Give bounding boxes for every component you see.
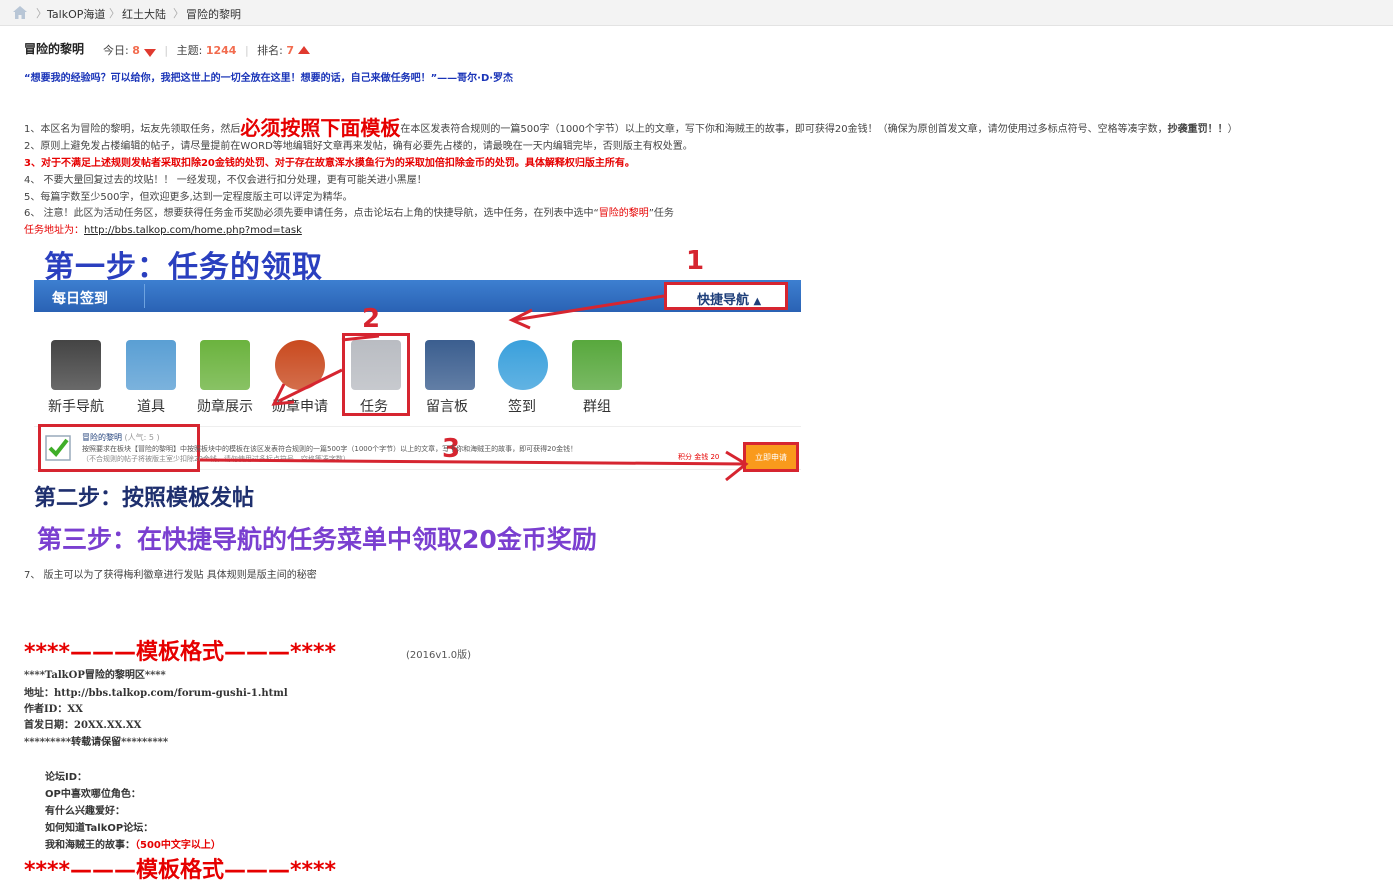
- breadcrumb-separator: 〉: [36, 7, 47, 20]
- today-value: 8: [132, 44, 140, 57]
- template-field: OP中喜欢哪位角色：: [45, 789, 141, 800]
- arrow-down-icon: [143, 49, 156, 57]
- rule-3: 3、对于不满足上述规则发帖者采取扣除20金钱的处罚、对于存在故意浑水摸鱼行为的采…: [24, 158, 635, 169]
- home-icon[interactable]: [13, 6, 27, 19]
- rule-6: 6、 注意！此区为活动任务区，想要获得任务金币奖励必须先要申请任务，点击论坛右上…: [24, 204, 674, 219]
- topics-value: 1244: [205, 44, 237, 57]
- topics-label: 主题:: [176, 44, 203, 57]
- rule-1-text-b: 在本区发表符合规则的一篇500字（1000个字节）以上的文章，写下你和海贼王的故…: [400, 124, 1168, 135]
- template-field: 如何知道TalkOP论坛：: [45, 823, 154, 834]
- forum-stats: 今日: 8 | 主题: 1244 | 排名: 7: [103, 42, 311, 58]
- breadcrumb: 〉 TalkOP海道 〉 红土大陆 〉 冒险的黎明: [0, 0, 1393, 26]
- task-address: 任务地址为：http://bbs.talkop.com/home.php?mod…: [24, 221, 302, 236]
- rule-6-text-a: 6、 注意！此区为活动任务区，想要获得任务金币奖励必须先要申请任务，点击论坛右上…: [24, 208, 599, 219]
- rule-1-text-c: ）: [1227, 124, 1238, 135]
- breadcrumb-separator: 〉: [173, 7, 184, 20]
- rule-6-text-b: ”任务: [648, 208, 674, 219]
- rule-5: 5、每篇字数至少500字，但欢迎更多,达到一定程度版主可以评定为精华。: [24, 192, 353, 203]
- instruction-banner: 第一步：任务的领取 每日签到 快捷导航 ▲ 1 2 3 新手导航 道具 勋章展示…: [34, 236, 801, 512]
- template-line: *********转载请保留*********: [24, 737, 169, 748]
- template-title: ****———模板格式———****: [24, 640, 337, 665]
- rule-2: 2、原则上避免发占楼编辑的帖子，请尽量提前在WORD等地编辑好文章再来发帖，确有…: [24, 141, 693, 152]
- step2-heading: 第二步：按照模板发帖: [34, 486, 255, 511]
- forum-quote: “想要我的经验吗？可以给你，我把这世上的一切全放在这里！想要的话，自己来做任务吧…: [24, 73, 514, 84]
- template-field: 有什么兴趣爱好：: [45, 806, 125, 817]
- template-line: 首发日期：20XX.XX.XX: [24, 720, 142, 731]
- step3-heading: 第三步：在快捷导航的任务菜单中领取20金币奖励: [37, 525, 597, 554]
- template-field-story: 我和海贼王的故事：: [45, 840, 135, 851]
- breadcrumb-item-red-earth[interactable]: 红土大陆: [122, 6, 166, 22]
- rule-7: 7、 版主可以为了获得梅利徽章进行发贴 具体规则是版主间的秘密: [24, 570, 317, 581]
- task-address-label: 任务地址为：: [24, 225, 84, 236]
- rank-value: 7: [286, 44, 295, 57]
- template-line: ****TalkOP冒险的黎明区****: [24, 670, 166, 681]
- template-field: 我和海贼王的故事：（500中文字以上）: [45, 836, 221, 851]
- breadcrumb-separator: 〉: [109, 7, 120, 20]
- rule-4: 4、 不要大量回复过去的坟贴！！ 一经发现，不仅会进行扣分处理，更有可能关进小黑…: [24, 175, 427, 186]
- breadcrumb-item-talkop[interactable]: TalkOP海道: [47, 6, 105, 22]
- rule-6-highlight: 冒险的黎明: [598, 208, 649, 219]
- task-address-link[interactable]: http://bbs.talkop.com/home.php?mod=task: [84, 225, 302, 236]
- template-line: 作者ID：XX: [24, 704, 83, 715]
- forum-title: 冒险的黎明: [24, 42, 85, 56]
- annotation-arrows: [199, 294, 749, 482]
- template-version: (2016v1.0版): [406, 650, 472, 661]
- template-line: 地址：http://bbs.talkop.com/forum-gushi-1.h…: [24, 688, 288, 699]
- template-field-story-hint: （500中文字以上）: [135, 840, 221, 851]
- rank-label: 排名:: [257, 44, 283, 57]
- breadcrumb-item-forum[interactable]: 冒险的黎明: [186, 6, 241, 22]
- template-end: ****———模板格式———****: [24, 858, 337, 881]
- arrow-up-icon: [298, 46, 311, 54]
- template-field: 论坛ID：: [45, 772, 88, 783]
- today-label: 今日:: [103, 44, 129, 57]
- rule-1-text-a: 1、本区名为冒险的黎明，坛友先领取任务，然后: [24, 124, 241, 135]
- rule-1-bold: 抄袭重罚！！: [1167, 124, 1228, 135]
